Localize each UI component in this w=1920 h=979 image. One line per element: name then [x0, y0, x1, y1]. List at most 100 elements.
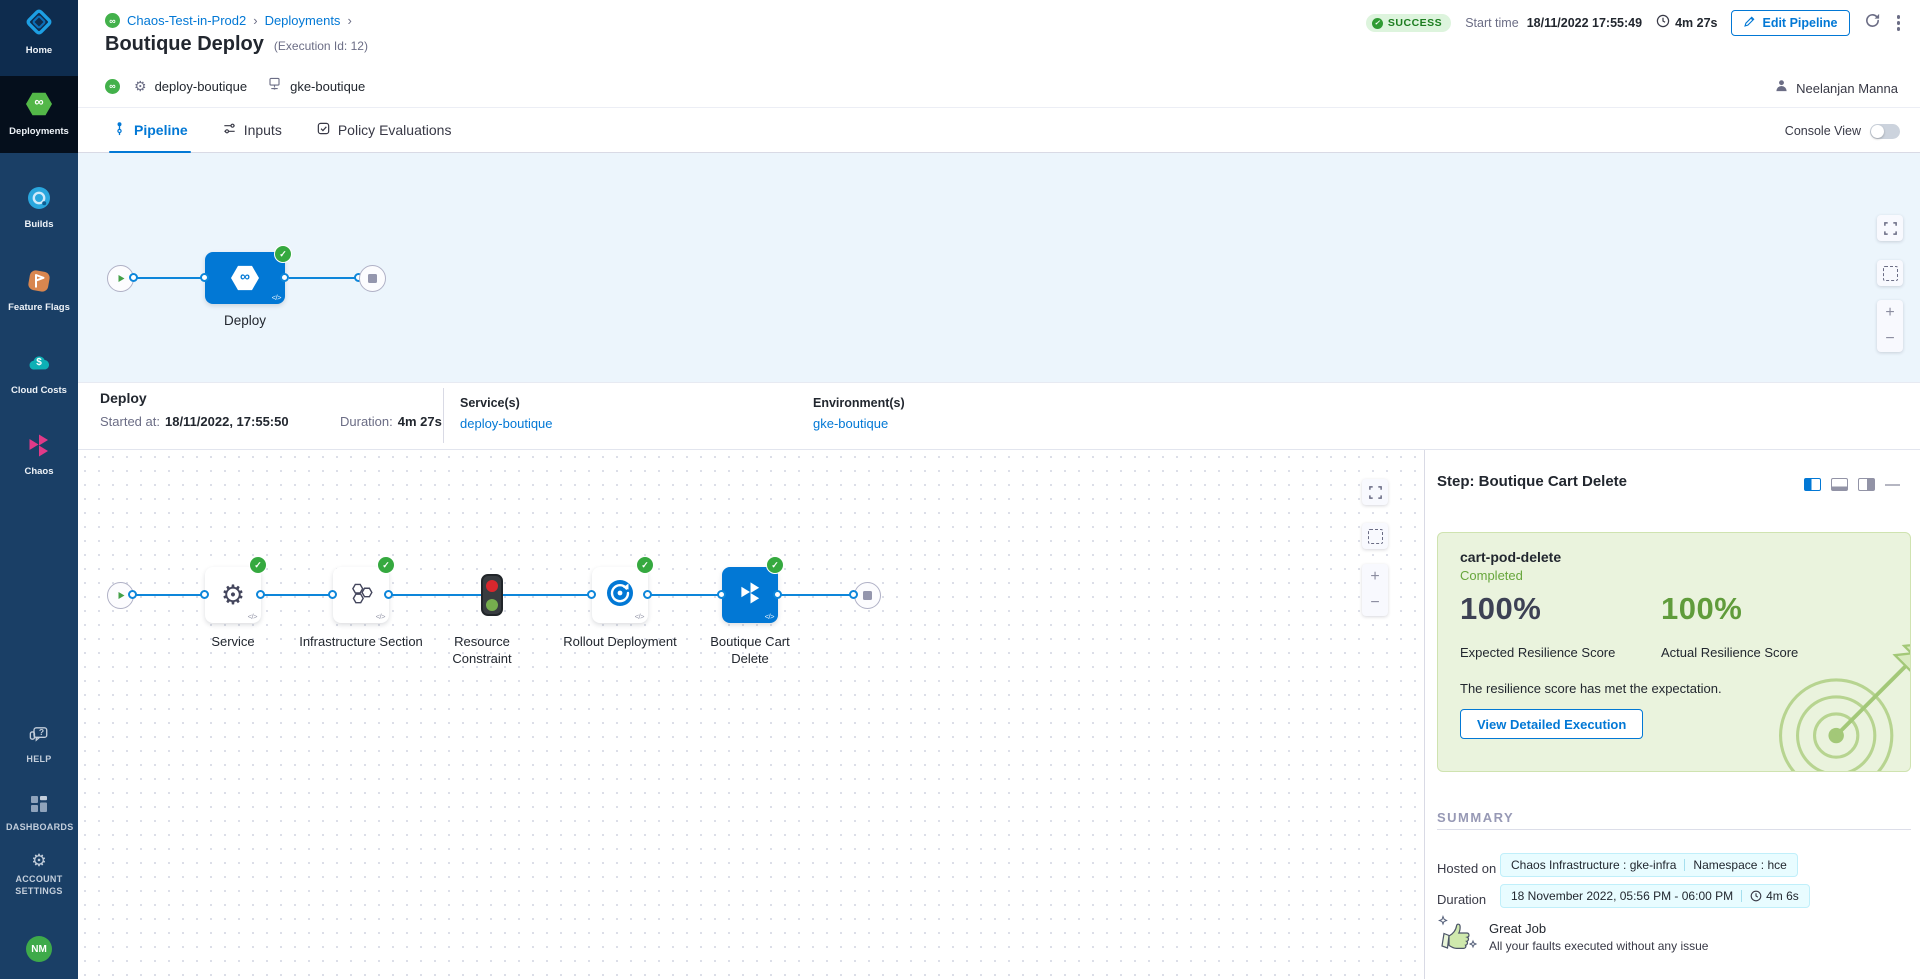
environment-link[interactable]: gke-boutique: [813, 416, 888, 431]
code-icon: </>: [765, 612, 774, 621]
connector-dot: [128, 590, 137, 599]
step-label: Infrastructure Section: [296, 633, 426, 650]
connector-dot: [384, 590, 393, 599]
step-node-service[interactable]: ⚙ </>: [205, 567, 261, 623]
tab-policy-evaluations[interactable]: Policy Evaluations: [316, 108, 452, 152]
sidebar-item-label: Builds: [0, 219, 78, 230]
step-panel-title: Step: Boutique Cart Delete: [1437, 473, 1627, 490]
connector-dot: [587, 590, 596, 599]
toggle-knob: [1871, 125, 1884, 138]
step-node-rollout-deployment[interactable]: </>: [592, 567, 648, 623]
hosted-on-pill: Chaos Infrastructure : gke-infra Namespa…: [1500, 853, 1798, 877]
details-divider: [443, 388, 444, 443]
duration-group: 4m 27s: [1656, 14, 1717, 33]
marquee-select-button[interactable]: [1362, 523, 1388, 549]
person-icon: [1774, 78, 1789, 98]
success-check-icon: [274, 245, 292, 263]
step-node-boutique-cart-delete[interactable]: </>: [722, 567, 778, 623]
refresh-icon[interactable]: [1864, 12, 1881, 34]
breadcrumb-project-link[interactable]: Chaos-Test-in-Prod2: [127, 13, 246, 28]
pencil-icon: [1743, 15, 1756, 31]
zoom-in-button[interactable]: +: [1885, 304, 1894, 322]
stage-canvas[interactable]: [78, 153, 1920, 382]
stage-end-node[interactable]: [359, 265, 386, 292]
execution-canvas[interactable]: [78, 450, 1424, 979]
gear-icon: ⚙: [134, 78, 147, 95]
stage-duration-value: 4m 27s: [398, 414, 442, 429]
chevron-right-icon: ›: [347, 13, 351, 28]
duration-range: 18 November 2022, 05:56 PM - 06:00 PM: [1511, 889, 1733, 903]
code-icon: </>: [248, 612, 257, 621]
user-avatar[interactable]: NM: [26, 936, 52, 962]
fullscreen-button[interactable]: [1877, 215, 1903, 241]
gear-icon: ⚙: [221, 582, 245, 609]
zoom-out-button[interactable]: −: [1885, 330, 1894, 348]
sidebar-item-chaos[interactable]: Chaos: [0, 432, 78, 477]
gear-icon: ⚙: [31, 851, 46, 870]
red-light-icon: [486, 580, 498, 592]
sidebar-item-builds[interactable]: Builds: [0, 185, 78, 230]
step-node-resource-constraint[interactable]: [481, 574, 503, 616]
view-detailed-execution-button[interactable]: View Detailed Execution: [1460, 709, 1643, 739]
step-node-infrastructure[interactable]: </>: [333, 567, 389, 623]
layout-split-right-icon[interactable]: [1804, 478, 1821, 491]
graph-edge: [503, 594, 592, 596]
execution-end-node[interactable]: [854, 582, 881, 609]
step-label: Rollout Deployment: [555, 633, 685, 650]
sidebar-item-label: ACCOUNT SETTINGS: [0, 874, 78, 897]
graph-edge: [261, 594, 333, 596]
layout-bottom-icon[interactable]: [1831, 478, 1848, 491]
page-title: Boutique Deploy: [105, 33, 264, 56]
check-icon: [1372, 18, 1383, 29]
zoom-in-button[interactable]: +: [1370, 568, 1379, 586]
tab-inputs[interactable]: Inputs: [222, 108, 282, 152]
dashboards-icon: [29, 801, 49, 818]
play-icon: [115, 273, 126, 284]
console-view-group: Console View: [1785, 108, 1900, 154]
minimize-panel-icon[interactable]: —: [1885, 477, 1900, 492]
step-label: Boutique Cart Delete: [692, 633, 808, 667]
graph-edge: [389, 594, 481, 596]
pill-divider: [1741, 890, 1742, 902]
actual-score-value: 100%: [1661, 591, 1742, 627]
kebab-menu-icon[interactable]: [1895, 13, 1903, 33]
console-view-toggle[interactable]: [1870, 124, 1900, 139]
sidebar-item-label: Feature Flags: [0, 302, 78, 313]
infrastructure-hexagons-icon: [348, 580, 374, 611]
edit-pipeline-button[interactable]: Edit Pipeline: [1731, 10, 1849, 36]
execution-id: (Execution Id: 12): [274, 39, 368, 53]
step-label: Resource Constraint: [427, 633, 537, 667]
experiment-status: Completed: [1460, 568, 1523, 583]
sidebar-item-cloud-costs[interactable]: $ Cloud Costs: [0, 351, 78, 396]
sidebar-item-account-settings[interactable]: ⚙ ACCOUNT SETTINGS: [0, 852, 78, 897]
pipeline-tags-row: ∞ ⚙ deploy-boutique gke-boutique: [105, 76, 365, 96]
services-label: Service(s): [460, 396, 520, 410]
success-check-icon: [377, 556, 395, 574]
stage-duration-label: Duration:: [340, 414, 393, 429]
sidebar-item-deployments[interactable]: ∞ Deployments: [0, 90, 78, 137]
service-link[interactable]: deploy-boutique: [460, 416, 553, 431]
stage-node-label: Deploy: [180, 312, 310, 330]
namespace-chip: Namespace : hce: [1693, 858, 1786, 872]
stage-node-deploy[interactable]: ∞ </>: [205, 252, 285, 304]
sidebar-item-home[interactable]: Home: [0, 7, 78, 56]
layout-right-icon[interactable]: [1858, 478, 1875, 491]
marquee-select-button[interactable]: [1877, 260, 1903, 286]
tab-label: Pipeline: [134, 122, 188, 138]
breadcrumb-deployments-link[interactable]: Deployments: [265, 13, 341, 28]
tab-label: Policy Evaluations: [338, 122, 452, 138]
app-root: Home ∞ Deployments Builds Feature Flags: [0, 0, 1920, 979]
builds-icon: [26, 198, 52, 215]
sidebar-item-dashboards[interactable]: DASHBOARDS: [0, 794, 78, 834]
fullscreen-button[interactable]: [1362, 479, 1388, 505]
zoom-out-button[interactable]: −: [1370, 594, 1379, 612]
stage-details-title: Deploy: [100, 390, 147, 406]
deployments-icon: ∞: [25, 90, 53, 118]
sidebar-item-label: Chaos: [0, 466, 78, 477]
summary-heading: SUMMARY: [1437, 810, 1514, 825]
sidebar-item-help[interactable]: ? HELP: [0, 726, 78, 766]
chevron-right-icon: ›: [253, 13, 257, 28]
connector-dot: [200, 273, 209, 282]
sidebar-item-feature-flags[interactable]: Feature Flags: [0, 268, 78, 313]
tab-pipeline[interactable]: Pipeline: [112, 108, 188, 152]
